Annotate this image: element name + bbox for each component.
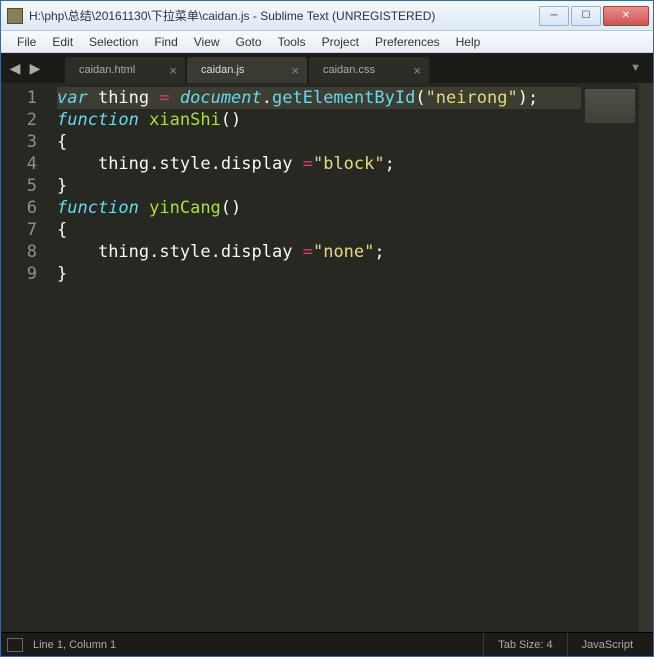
menu-project[interactable]: Project bbox=[314, 33, 367, 51]
keyword: var bbox=[57, 88, 88, 108]
tab-caidan-html[interactable]: caidan.html × bbox=[65, 57, 185, 83]
string: "none" bbox=[313, 242, 374, 262]
line-number: 1 bbox=[5, 87, 37, 109]
menu-find[interactable]: Find bbox=[146, 33, 185, 51]
string: "neirong" bbox=[426, 88, 518, 108]
minimize-button[interactable]: ─ bbox=[539, 6, 569, 26]
app-window: H:\php\总结\20161130\下拉菜单\caidan.js - Subl… bbox=[0, 0, 654, 657]
tab-caidan-css[interactable]: caidan.css × bbox=[309, 57, 429, 83]
line-number: 5 bbox=[5, 175, 37, 197]
identifier: thing bbox=[98, 154, 149, 174]
space bbox=[139, 198, 149, 218]
brace: } bbox=[57, 176, 67, 196]
menu-file[interactable]: File bbox=[9, 33, 44, 51]
close-icon[interactable]: × bbox=[291, 63, 299, 78]
space bbox=[139, 110, 149, 130]
semi: ; bbox=[374, 242, 384, 262]
menubar: File Edit Selection Find View Goto Tools… bbox=[1, 31, 653, 53]
status-panel-icon[interactable] bbox=[7, 638, 23, 652]
function-name: yinCang bbox=[149, 198, 221, 218]
menu-goto[interactable]: Goto bbox=[228, 33, 270, 51]
line-number: 9 bbox=[5, 263, 37, 285]
line-number: 4 bbox=[5, 153, 37, 175]
close-button[interactable]: ✕ bbox=[603, 6, 649, 26]
app-icon bbox=[7, 8, 23, 24]
paren: ( bbox=[221, 110, 231, 130]
menu-view[interactable]: View bbox=[186, 33, 228, 51]
tab-label: caidan.css bbox=[323, 64, 375, 76]
tabs: caidan.html × caidan.js × caidan.css × bbox=[65, 53, 431, 83]
paren: ) bbox=[231, 110, 241, 130]
keyword: function bbox=[57, 110, 139, 130]
identifier: thing bbox=[88, 88, 160, 108]
tab-bar: ◀ ▶ caidan.html × caidan.js × caidan.css… bbox=[1, 53, 653, 83]
object: document bbox=[180, 88, 262, 108]
line-number: 3 bbox=[5, 131, 37, 153]
menu-tools[interactable]: Tools bbox=[270, 33, 314, 51]
paren: ( bbox=[221, 198, 231, 218]
syntax-mode[interactable]: JavaScript bbox=[567, 633, 647, 656]
dot: . bbox=[149, 242, 159, 262]
operator: = bbox=[159, 88, 169, 108]
brace: } bbox=[57, 264, 67, 284]
tab-size[interactable]: Tab Size: 4 bbox=[483, 633, 566, 656]
function-call: getElementById bbox=[272, 88, 415, 108]
indent bbox=[57, 154, 98, 174]
close-icon[interactable]: × bbox=[413, 63, 421, 78]
maximize-button[interactable]: ☐ bbox=[571, 6, 601, 26]
line-number: 6 bbox=[5, 197, 37, 219]
semi: ; bbox=[385, 154, 395, 174]
operator: = bbox=[303, 242, 313, 262]
tab-caidan-js[interactable]: caidan.js × bbox=[187, 57, 307, 83]
nav-forward-icon[interactable]: ▶ bbox=[25, 58, 45, 78]
paren: ) bbox=[231, 198, 241, 218]
dot: . bbox=[149, 154, 159, 174]
identifier: thing bbox=[98, 242, 149, 262]
line-number: 2 bbox=[5, 109, 37, 131]
code-area[interactable]: var thing = document.getElementById("nei… bbox=[51, 83, 581, 632]
paren: ( bbox=[415, 88, 425, 108]
tab-label: caidan.js bbox=[201, 64, 244, 76]
brace: { bbox=[57, 132, 67, 152]
brace: { bbox=[57, 220, 67, 240]
window-title: H:\php\总结\20161130\下拉菜单\caidan.js - Subl… bbox=[29, 7, 537, 24]
vertical-scrollbar[interactable] bbox=[639, 83, 653, 632]
line-number: 7 bbox=[5, 219, 37, 241]
minimap-viewport[interactable] bbox=[585, 89, 635, 123]
nav-back-icon[interactable]: ◀ bbox=[5, 58, 25, 78]
statusbar: Line 1, Column 1 Tab Size: 4 JavaScript bbox=[1, 632, 653, 656]
menu-edit[interactable]: Edit bbox=[44, 33, 81, 51]
editor[interactable]: 1 2 3 4 5 6 7 8 9 var thing = document.g… bbox=[1, 83, 653, 632]
string: "block" bbox=[313, 154, 385, 174]
property: display bbox=[221, 154, 303, 174]
minimap[interactable] bbox=[581, 83, 639, 632]
paren: ) bbox=[518, 88, 528, 108]
dot: . bbox=[211, 242, 221, 262]
function-name: xianShi bbox=[149, 110, 221, 130]
property: display bbox=[221, 242, 303, 262]
titlebar[interactable]: H:\php\总结\20161130\下拉菜单\caidan.js - Subl… bbox=[1, 1, 653, 31]
cursor-position[interactable]: Line 1, Column 1 bbox=[33, 639, 116, 651]
property: style bbox=[159, 154, 210, 174]
window-controls: ─ ☐ ✕ bbox=[537, 6, 649, 26]
property: style bbox=[159, 242, 210, 262]
space bbox=[170, 88, 180, 108]
menu-preferences[interactable]: Preferences bbox=[367, 33, 448, 51]
keyword: function bbox=[57, 198, 139, 218]
close-icon[interactable]: × bbox=[169, 63, 177, 78]
operator: = bbox=[303, 154, 313, 174]
dot: . bbox=[262, 88, 272, 108]
menu-selection[interactable]: Selection bbox=[81, 33, 146, 51]
line-gutter: 1 2 3 4 5 6 7 8 9 bbox=[1, 83, 51, 632]
line-number: 8 bbox=[5, 241, 37, 263]
chevron-down-icon[interactable]: ▼ bbox=[630, 62, 641, 74]
semi: ; bbox=[528, 88, 538, 108]
indent bbox=[57, 242, 98, 262]
menu-help[interactable]: Help bbox=[448, 33, 489, 51]
tab-label: caidan.html bbox=[79, 64, 135, 76]
dot: . bbox=[211, 154, 221, 174]
